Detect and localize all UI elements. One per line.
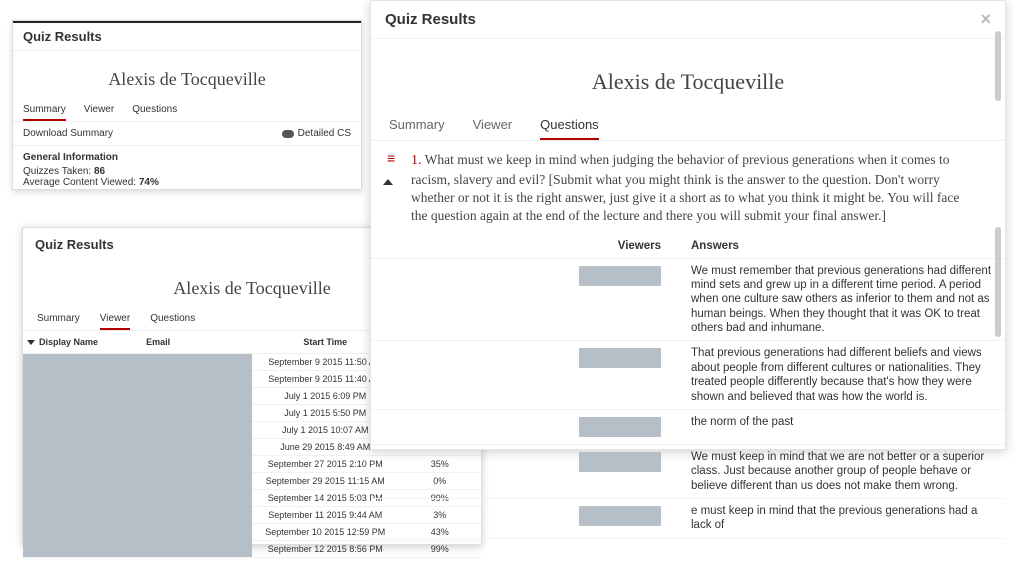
question-text: What must we keep in mind when judging t… [411,152,959,223]
redacted-email-cell [142,354,252,558]
content-watched-cell: 99% [399,541,481,558]
col-email[interactable]: Email [142,331,252,354]
col-display-name[interactable]: Display Name [23,331,142,354]
answer-text: e must keep in mind that the previous ge… [681,499,1005,539]
quiz-name-heading: Alexis de Tocqueville [371,39,1005,111]
sort-desc-icon[interactable] [27,340,35,345]
panel-title: Quiz Results [385,11,476,28]
answer-text: That previous generations had different … [681,341,1005,410]
download-summary-link[interactable]: Download Summary [23,128,113,139]
answer-text: We must remember that previous generatio… [681,258,1005,341]
question-number: 1. [411,153,422,168]
tab-viewer[interactable]: Viewer [100,309,130,330]
scrollbar[interactable] [995,227,1001,337]
close-icon[interactable]: × [980,9,991,30]
answer-row: We must remember that previous generatio… [371,258,1005,341]
redacted-viewer-cell [579,417,661,437]
quiz-results-summary-panel: Quiz Results Alexis de Tocqueville Summa… [12,20,362,190]
detailed-csv-link[interactable]: Detailed CS [298,128,351,139]
tab-viewer[interactable]: Viewer [473,111,513,140]
answer-row: That previous generations had different … [371,341,1005,410]
tab-questions[interactable]: Questions [540,111,599,140]
col-viewers[interactable]: Viewers [371,234,681,259]
panel-title: Quiz Results [13,23,361,51]
answer-row: the norm of the past [371,409,1005,444]
reorder-handle-icon[interactable]: ≡ [387,151,403,165]
answer-row: We must keep in mind that we are not bet… [371,444,1005,498]
answer-text: We must keep in mind that we are not bet… [681,444,1005,498]
scrollbar[interactable] [995,31,1001,101]
tab-summary[interactable]: Summary [37,309,80,330]
answer-text: the norm of the past [681,409,1005,444]
cloud-download-icon[interactable] [282,130,294,138]
avg-watched-label: Average Content Viewed: [23,177,136,188]
tab-questions[interactable]: Questions [132,100,177,121]
start-time-cell: September 12 2015 8:56 PM [252,541,399,558]
avg-watched-row: Average Content Viewed: 74% [23,177,351,188]
answer-row: e must keep in mind that the previous ge… [371,499,1005,539]
redacted-viewer-cell [579,452,661,472]
redacted-viewer-cell [579,348,661,368]
redacted-name-cell [23,354,142,558]
quiz-name-heading: Alexis de Tocqueville [13,51,361,100]
tab-viewer[interactable]: Viewer [84,100,114,121]
tab-summary[interactable]: Summary [23,100,66,121]
download-row: Download Summary Detailed CS [13,122,361,146]
quizzes-taken-label: Quizzes Taken: [23,166,91,177]
quizzes-taken-row: Quizzes Taken: 86 [23,166,351,177]
question-row: ≡ 1. What must we keep in mind when judg… [371,141,1005,234]
avg-watched-value: 74% [139,177,159,188]
quiz-results-questions-panel: Quiz Results × Alexis de Tocqueville Sum… [370,0,1006,450]
tab-summary[interactable]: Summary [389,111,445,140]
general-info-heading: General Information [23,152,351,163]
redacted-viewer-cell [579,506,661,526]
answers-table: Viewers Answers We must remember that pr… [371,234,1005,539]
collapse-up-icon[interactable] [383,179,393,185]
tabs-a: Summary Viewer Questions [13,100,361,122]
tabs-c: Summary Viewer Questions [371,111,1005,141]
quizzes-taken-value: 86 [94,166,105,177]
general-info-block: General Information Quizzes Taken: 86 Av… [13,146,361,194]
redacted-viewer-cell [579,266,661,286]
col-answers[interactable]: Answers [681,234,1005,259]
tab-questions[interactable]: Questions [150,309,195,330]
panel-title: Quiz Results [35,237,114,252]
